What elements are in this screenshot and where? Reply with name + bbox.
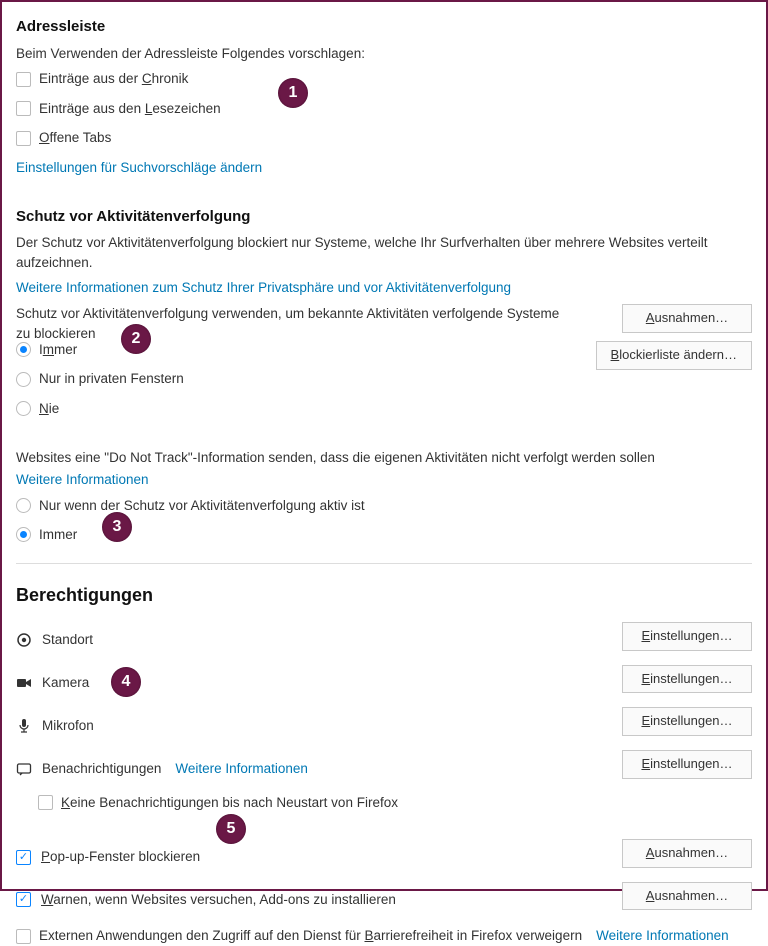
checkbox-icon[interactable] xyxy=(16,101,31,116)
link-notifications-more[interactable]: Weitere Informationen xyxy=(175,759,308,779)
checkbox-warn-addons-label: Warnen, wenn Websites versuchen, Add-ons… xyxy=(41,890,396,910)
perm-microphone-row: Mikrofon Einstellungen… xyxy=(16,707,752,744)
checkbox-bookmarks[interactable]: Einträge aus den Lesezeichen xyxy=(16,99,752,119)
checkbox-icon[interactable] xyxy=(16,929,31,944)
checkbox-popup[interactable] xyxy=(16,850,31,865)
permissions-heading: Berechtigungen xyxy=(16,582,752,608)
checkbox-icon[interactable] xyxy=(16,131,31,146)
perm-popup-row: Pop-up-Fenster blockieren Ausnahmen… xyxy=(16,839,752,876)
checkbox-accessibility[interactable]: Externen Anwendungen den Zugriff auf den… xyxy=(16,926,752,946)
radio-dnt-when-active[interactable]: Nur wenn der Schutz vor Aktivitätenverfo… xyxy=(16,496,752,516)
location-icon xyxy=(16,632,32,648)
tracking-use-desc: Schutz vor Aktivitätenverfolgung verwend… xyxy=(16,304,576,343)
checkbox-history[interactable]: Einträge aus der Chronik xyxy=(16,69,752,89)
warn-addons-exceptions-button[interactable]: Ausnahmen… xyxy=(622,882,752,911)
radio-icon[interactable] xyxy=(16,372,31,387)
perm-notifications-settings-button[interactable]: Einstellungen… xyxy=(622,750,752,779)
tracking-exceptions-button[interactable]: Ausnahmen… xyxy=(622,304,752,333)
link-accessibility-more[interactable]: Weitere Informationen xyxy=(596,926,729,946)
step-badge-1: 1 xyxy=(278,78,308,108)
checkbox-opentabs[interactable]: Offene Tabs xyxy=(16,128,752,148)
radio-tracking-never[interactable]: Nie xyxy=(16,399,752,419)
radio-tracking-always-label: Immer xyxy=(39,340,77,360)
radio-icon[interactable] xyxy=(16,498,31,513)
link-tracking-more-info[interactable]: Weitere Informationen zum Schutz Ihrer P… xyxy=(16,278,752,298)
link-change-search-suggestions[interactable]: Einstellungen für Suchvorschläge ändern xyxy=(16,158,752,178)
checkbox-icon[interactable] xyxy=(16,72,31,87)
checkbox-pause-notifications-label: Keine Benachrichtigungen bis nach Neusta… xyxy=(61,793,398,813)
tracking-heading: Schutz vor Aktivitätenverfolgung xyxy=(16,206,752,228)
perm-microphone-label: Mikrofon xyxy=(42,716,94,736)
dnt-desc: Websites eine "Do Not Track"-Information… xyxy=(16,448,752,468)
radio-icon[interactable] xyxy=(16,342,31,357)
checkbox-pause-notifications[interactable]: Keine Benachrichtigungen bis nach Neusta… xyxy=(38,793,752,813)
addressbar-sub: Beim Verwenden der Adressleiste Folgende… xyxy=(16,44,752,64)
checkbox-bookmarks-label: Einträge aus den Lesezeichen xyxy=(39,99,221,119)
camera-icon xyxy=(16,675,32,691)
tracking-section: Schutz vor Aktivitätenverfolgung Der Sch… xyxy=(16,206,752,545)
addressbar-heading: Adressleiste xyxy=(16,16,752,38)
tracking-desc: Der Schutz vor Aktivitätenverfolgung blo… xyxy=(16,233,752,272)
perm-location-row: Standort Einstellungen… xyxy=(16,622,752,659)
perm-camera-settings-button[interactable]: Einstellungen… xyxy=(622,665,752,694)
tracking-blocklist-button[interactable]: Blockierliste ändern… xyxy=(596,341,752,370)
perm-microphone-settings-button[interactable]: Einstellungen… xyxy=(622,707,752,736)
step-badge-3: 3 xyxy=(102,512,132,542)
checkbox-warn-addons[interactable] xyxy=(16,892,31,907)
checkbox-popup-label: Pop-up-Fenster blockieren xyxy=(41,847,200,867)
radio-tracking-private-label: Nur in privaten Fenstern xyxy=(39,369,184,389)
popup-exceptions-button[interactable]: Ausnahmen… xyxy=(622,839,752,868)
checkbox-opentabs-label: Offene Tabs xyxy=(39,128,111,148)
step-badge-4: 4 xyxy=(111,667,141,697)
step-badge-2: 2 xyxy=(121,324,151,354)
permissions-section: Berechtigungen Standort Einstellungen… K… xyxy=(16,582,752,946)
addressbar-section: Adressleiste Beim Verwenden der Adressle… xyxy=(16,16,752,178)
link-dnt-more[interactable]: Weitere Informationen xyxy=(16,470,752,490)
radio-tracking-never-label: Nie xyxy=(39,399,59,419)
step-badge-5: 5 xyxy=(216,814,246,844)
perm-notifications-row: Benachrichtigungen Weitere Informationen… xyxy=(16,750,752,787)
radio-icon[interactable] xyxy=(16,527,31,542)
perm-camera-label: Kamera xyxy=(42,673,89,693)
perm-location-settings-button[interactable]: Einstellungen… xyxy=(622,622,752,651)
checkbox-accessibility-label: Externen Anwendungen den Zugriff auf den… xyxy=(39,926,582,946)
notification-icon xyxy=(16,761,32,777)
checkbox-history-label: Einträge aus der Chronik xyxy=(39,69,188,89)
radio-dnt-when-active-label: Nur wenn der Schutz vor Aktivitätenverfo… xyxy=(39,496,365,516)
checkbox-icon[interactable] xyxy=(38,795,53,810)
perm-location-label: Standort xyxy=(42,630,93,650)
microphone-icon xyxy=(16,718,32,734)
perm-notifications-label: Benachrichtigungen xyxy=(42,759,161,779)
radio-dnt-always-label: Immer xyxy=(39,525,77,545)
radio-icon[interactable] xyxy=(16,401,31,416)
perm-warn-addons-row: Warnen, wenn Websites versuchen, Add-ons… xyxy=(16,882,752,919)
